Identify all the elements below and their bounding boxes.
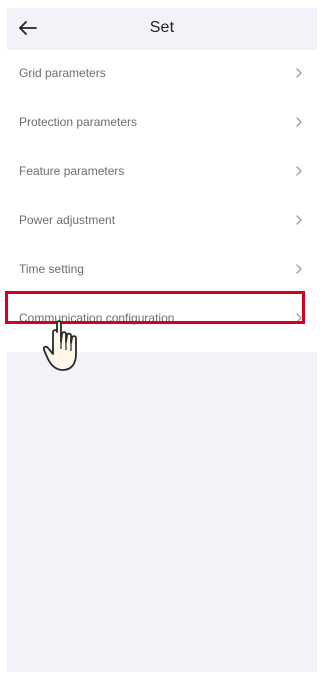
- menu-item-label: Time setting: [19, 262, 84, 276]
- menu-item-power-adjustment[interactable]: Power adjustment: [7, 197, 317, 246]
- page-title: Set: [149, 19, 175, 36]
- chevron-right-icon: [296, 264, 302, 274]
- menu-item-time-setting[interactable]: Time setting: [7, 246, 317, 295]
- chevron-right-icon: [296, 117, 302, 127]
- chevron-right-icon: [296, 166, 302, 176]
- header-bar: Set: [7, 8, 317, 49]
- menu-item-label: Grid parameters: [19, 66, 106, 80]
- menu-item-label: Feature parameters: [19, 164, 125, 178]
- menu-item-grid-parameters[interactable]: Grid parameters: [7, 50, 317, 99]
- menu-item-protection-parameters[interactable]: Protection parameters: [7, 99, 317, 148]
- menu-item-label: Power adjustment: [19, 213, 116, 227]
- hand-pointer-icon: [43, 320, 77, 371]
- menu-item-label: Protection parameters: [19, 115, 138, 129]
- chevron-right-icon: [296, 68, 302, 78]
- menu-item-feature-parameters[interactable]: Feature parameters: [7, 148, 317, 197]
- chevron-right-icon: [296, 215, 302, 225]
